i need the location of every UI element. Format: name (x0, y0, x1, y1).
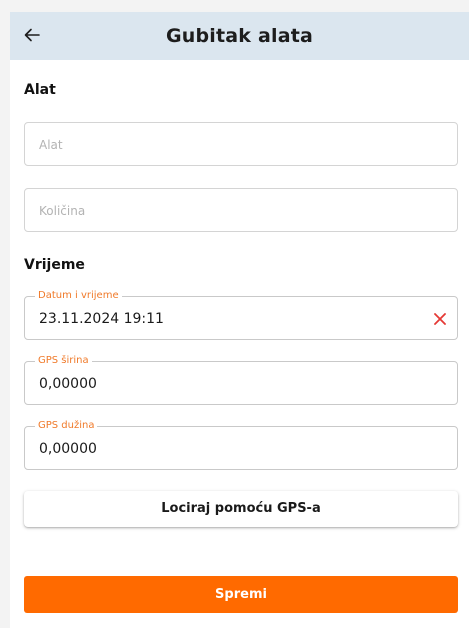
gps-latitude-value: 0,00000 (39, 376, 97, 392)
back-button[interactable] (14, 18, 50, 54)
gps-longitude-value: 0,00000 (39, 441, 97, 457)
tool-input-placeholder: Alat (39, 138, 63, 152)
app-bar: Gubitak alata (10, 12, 469, 60)
arrow-left-icon (24, 27, 40, 46)
datetime-field[interactable]: Datum i vrijeme 23.11.2024 19:11 (24, 290, 458, 340)
gps-longitude-field[interactable]: GPS dužina 0,00000 (24, 420, 458, 470)
save-button[interactable]: Spremi (24, 576, 458, 613)
close-icon (434, 310, 446, 329)
form-container: Alat Alat Količina Vrijeme Datum i vrije… (10, 60, 469, 628)
quantity-input-placeholder: Količina (39, 204, 86, 218)
page-title: Gubitak alata (165, 25, 314, 47)
section-label-time: Vrijeme (24, 257, 85, 273)
locate-gps-button[interactable]: Lociraj pomoću GPS-a (24, 491, 458, 527)
section-label-tool: Alat (24, 82, 56, 98)
screen: Gubitak alata Alat Alat Količina Vrijeme… (0, 0, 469, 628)
quantity-input[interactable]: Količina (24, 188, 458, 232)
datetime-field-value: 23.11.2024 19:11 (39, 311, 164, 327)
gps-latitude-field[interactable]: GPS širina 0,00000 (24, 355, 458, 405)
tool-input[interactable]: Alat (24, 122, 458, 166)
clear-datetime-button[interactable] (429, 308, 451, 330)
